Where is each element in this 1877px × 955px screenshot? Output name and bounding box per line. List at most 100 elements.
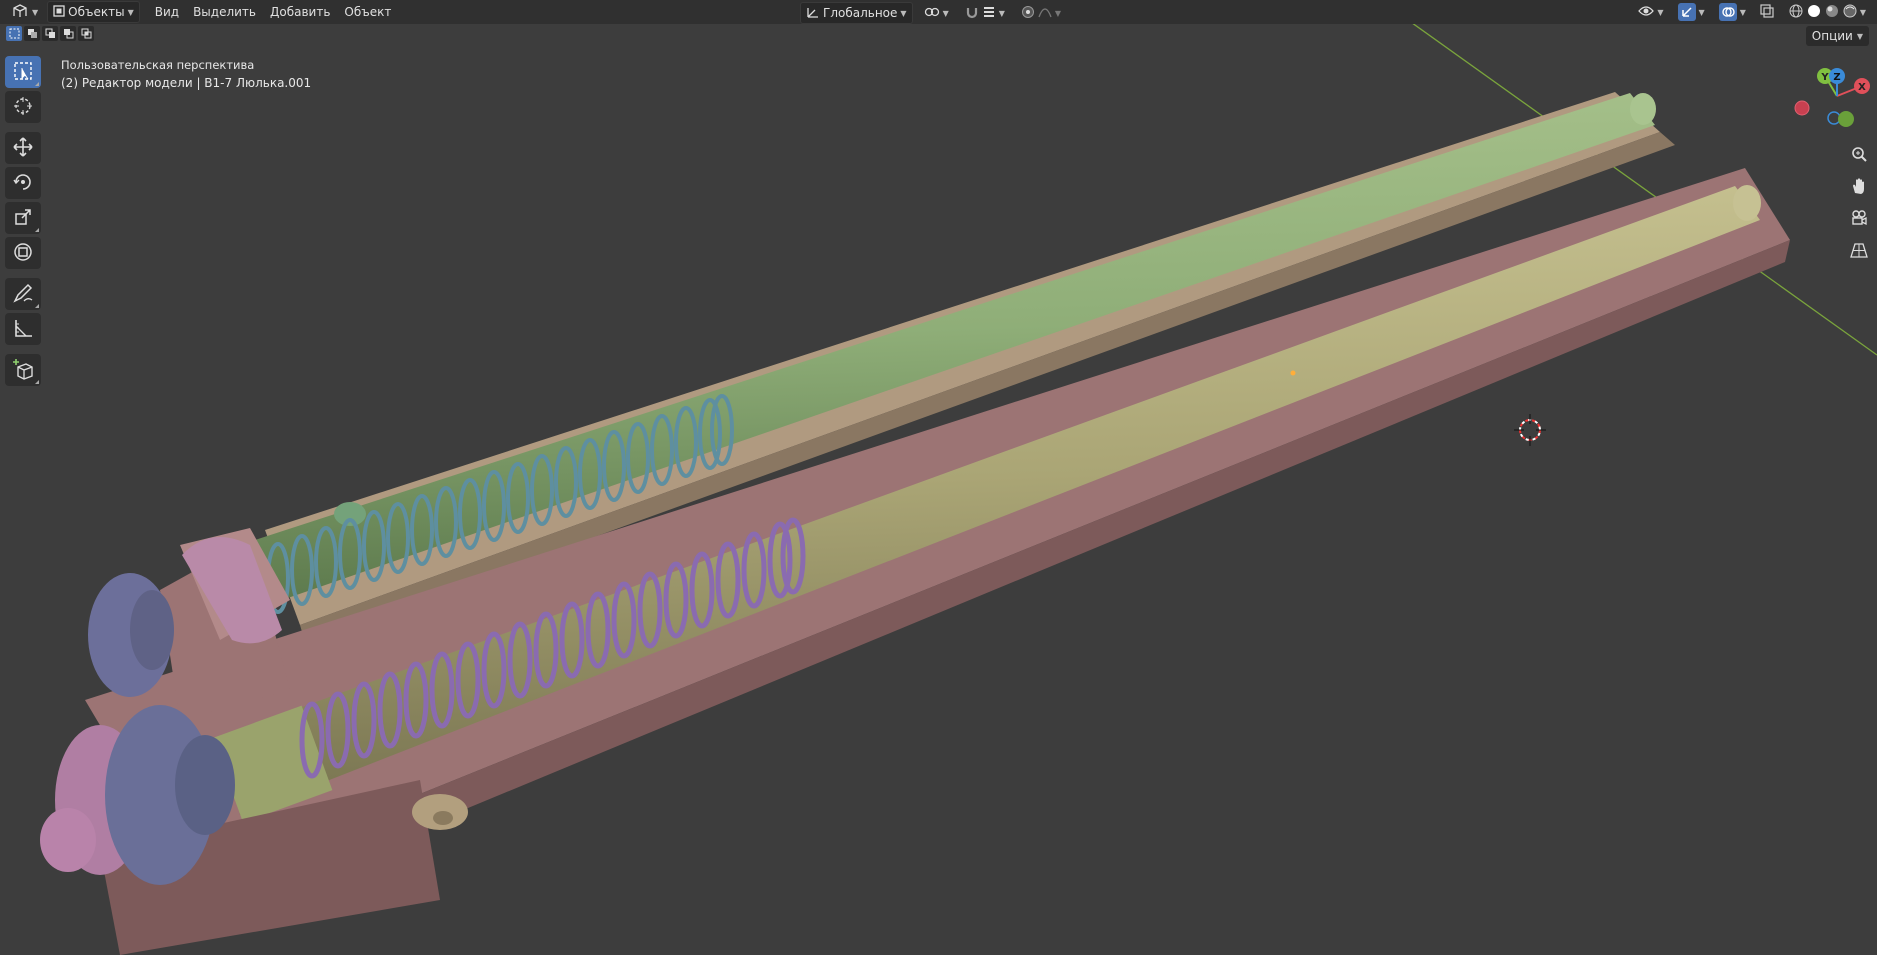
chevron-down-icon: ▼ xyxy=(1739,7,1746,17)
axis-neg-y-icon[interactable] xyxy=(1838,111,1854,127)
editor-type-icon xyxy=(11,3,29,21)
menu-object[interactable]: Объект xyxy=(337,2,398,22)
scale-tool[interactable] xyxy=(5,202,41,234)
chevron-down-icon: ▼ xyxy=(900,8,907,18)
gizmo-icon xyxy=(1677,3,1696,21)
tool-shelf xyxy=(5,56,43,389)
xray-icon xyxy=(1760,3,1774,21)
snap-target-icon xyxy=(982,5,996,22)
rod-green-end xyxy=(1630,93,1656,125)
measure-tool[interactable] xyxy=(5,313,41,345)
shading-mode-group[interactable]: ▼ xyxy=(1783,2,1871,22)
axis-z-label: Z xyxy=(1833,72,1840,83)
grid-perspective-icon xyxy=(1850,241,1868,262)
transform-orientation-label: Глобальное xyxy=(823,6,898,20)
select-new-icon[interactable] xyxy=(6,26,22,41)
chevron-down-icon: ▼ xyxy=(1657,7,1664,17)
cursor-icon xyxy=(12,95,34,120)
xray-toggle[interactable] xyxy=(1755,2,1779,22)
solid-shading-icon[interactable] xyxy=(1806,3,1822,22)
chevron-down-icon: ▼ xyxy=(32,7,39,17)
add-cube-tool[interactable] xyxy=(5,354,41,386)
material-shading-icon[interactable] xyxy=(1824,3,1840,22)
gizmo-toggle[interactable]: ▼ xyxy=(1673,2,1710,22)
overlays-toggle[interactable]: ▼ xyxy=(1714,2,1751,22)
blue-disc-back-inner xyxy=(130,590,174,670)
viewport-nav-buttons xyxy=(1846,142,1872,264)
pivot-point-button[interactable]: ▼ xyxy=(919,3,954,23)
chevron-down-icon: ▼ xyxy=(1859,7,1866,17)
axis-neg-x-icon[interactable] xyxy=(1794,100,1810,116)
overlays-icon xyxy=(1718,3,1737,21)
pan-button[interactable] xyxy=(1846,174,1872,200)
proportional-edit-icon xyxy=(1021,5,1035,22)
axis-y-label: Y xyxy=(1820,72,1829,83)
viewport-info: Пользовательская перспектива (2) Редакто… xyxy=(61,56,311,92)
object-info: (2) Редактор модели | B1-7 Люлька.001 xyxy=(61,76,312,90)
object-origin xyxy=(1290,370,1296,376)
view-name: Пользовательская перспектива xyxy=(61,58,255,72)
select-box-icon xyxy=(12,60,34,85)
rotate-icon xyxy=(12,171,34,196)
annotate-tool[interactable] xyxy=(5,278,41,310)
add-cube-icon xyxy=(12,358,34,383)
transform-tool[interactable] xyxy=(5,237,41,269)
menu-view[interactable]: Вид xyxy=(148,2,186,22)
select-invert-icon[interactable] xyxy=(60,26,76,41)
editor-type-button[interactable]: ▼ xyxy=(6,2,43,22)
green-knob xyxy=(334,502,366,526)
chevron-down-icon: ▼ xyxy=(1856,31,1863,41)
eye-icon xyxy=(1638,5,1655,20)
chevron-down-icon: ▼ xyxy=(998,8,1005,18)
menu-add[interactable]: Добавить xyxy=(263,2,337,22)
options-dropdown[interactable]: Опции ▼ xyxy=(1805,26,1869,46)
menu-select[interactable]: Выделить xyxy=(186,2,263,22)
orientation-icon xyxy=(806,5,820,22)
blue-disc-front-hub xyxy=(175,735,235,835)
wireframe-shading-icon[interactable] xyxy=(1788,3,1804,22)
chevron-down-icon: ▼ xyxy=(1698,7,1705,17)
camera-view-button[interactable] xyxy=(1846,206,1872,232)
select-box-tool[interactable] xyxy=(5,56,41,88)
ruler-icon xyxy=(12,317,34,342)
zoom-button[interactable] xyxy=(1846,142,1872,168)
axis-x-label: X xyxy=(1858,82,1866,93)
navigation-gizmo[interactable]: X Y Z xyxy=(1790,64,1872,134)
move-tool[interactable] xyxy=(5,132,41,164)
object-mode-icon xyxy=(53,4,65,20)
transform-icon xyxy=(12,241,34,266)
rod-yellow-end xyxy=(1733,185,1761,221)
pivot-link-icon xyxy=(924,5,940,22)
3d-viewport[interactable] xyxy=(0,0,1877,955)
mode-label: Объекты xyxy=(68,5,125,19)
visibility-dropdown[interactable]: ▼ xyxy=(1633,2,1668,22)
cursor-tool[interactable] xyxy=(5,91,41,123)
viewport-header: ▼ Объекты ▼ Вид Выделить Добавить Объект… xyxy=(0,0,1877,24)
tan-washer-hole xyxy=(433,811,453,825)
chevron-down-icon: ▼ xyxy=(127,7,134,17)
scale-icon xyxy=(12,206,34,231)
3d-cursor[interactable] xyxy=(1514,414,1546,446)
snap-toggle[interactable]: ▼ xyxy=(960,3,1010,23)
select-intersect-icon[interactable] xyxy=(78,26,94,41)
select-subtract-icon[interactable] xyxy=(42,26,58,41)
zoom-icon xyxy=(1850,145,1868,166)
camera-icon xyxy=(1850,209,1868,230)
pink-knob-small xyxy=(40,808,96,872)
mode-dropdown[interactable]: Объекты ▼ xyxy=(47,1,140,23)
proportional-edit-toggle[interactable]: ▼ xyxy=(1016,3,1066,23)
perspective-toggle-button[interactable] xyxy=(1846,238,1872,264)
move-icon xyxy=(12,136,34,161)
pencil-icon xyxy=(12,282,34,307)
transform-orientation-dropdown[interactable]: Глобальное ▼ xyxy=(800,2,913,24)
falloff-icon xyxy=(1038,5,1052,22)
select-extend-icon[interactable] xyxy=(24,26,40,41)
chevron-down-icon: ▼ xyxy=(942,8,949,18)
magnet-icon xyxy=(965,5,979,22)
options-label: Опции xyxy=(1811,29,1853,43)
selection-mode-group[interactable] xyxy=(6,26,94,41)
hand-icon xyxy=(1850,177,1868,198)
rendered-shading-icon[interactable] xyxy=(1842,3,1858,22)
chevron-down-icon: ▼ xyxy=(1054,8,1062,18)
rotate-tool[interactable] xyxy=(5,167,41,199)
